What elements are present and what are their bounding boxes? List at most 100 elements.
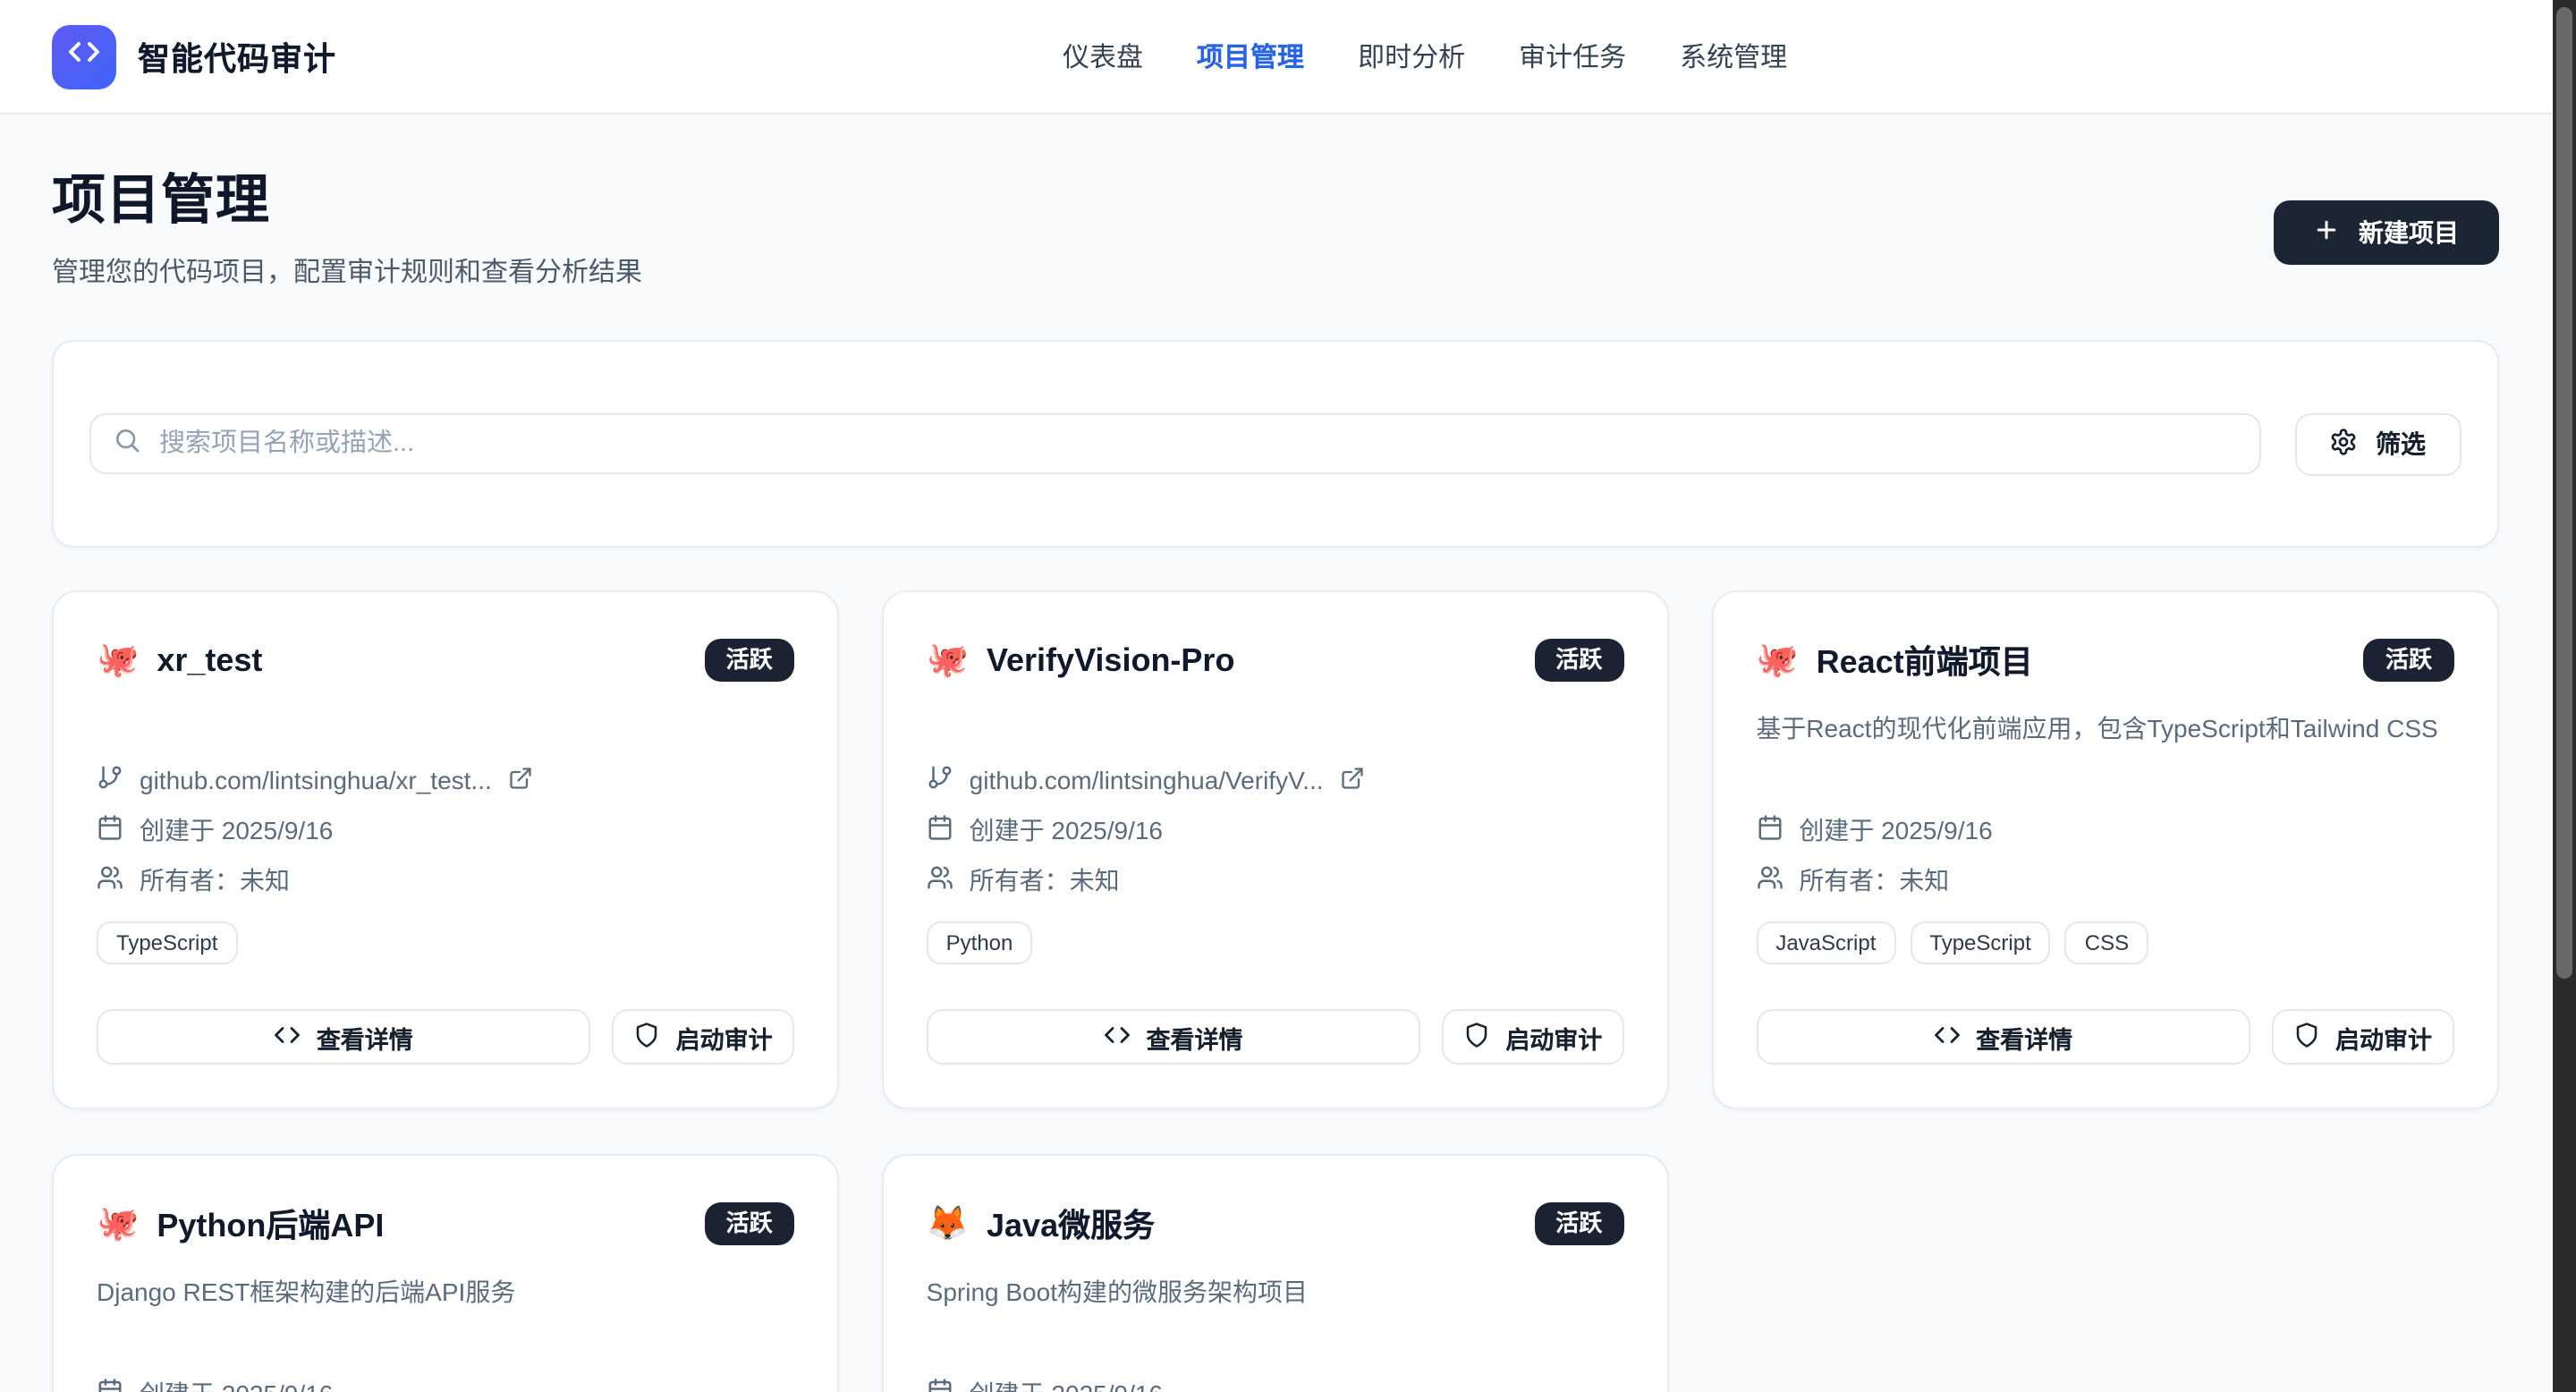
filter-button-label: 筛选: [2376, 426, 2426, 462]
git-branch-icon: [927, 764, 953, 796]
new-project-button-label: 新建项目: [2359, 215, 2459, 250]
project-card: 🐙 xr_test 活跃 github.com/lintsinghua/xr_t…: [52, 590, 839, 1109]
main-content: 项目管理 管理您的代码项目，配置审计规则和查看分析结果 新建项目: [0, 115, 2552, 1392]
view-details-label: 查看详情: [1146, 1019, 1242, 1055]
start-audit-button[interactable]: 启动审计: [2271, 1009, 2453, 1065]
project-name: React前端项目: [1817, 637, 2033, 683]
repo-url: github.com/lintsinghua/VerifyV...: [970, 766, 1324, 794]
project-description: Django REST框架构建的后端API服务: [97, 1274, 794, 1311]
language-tag: TypeScript: [97, 921, 237, 964]
owner-label: 所有者：未知: [970, 862, 1120, 898]
project-emoji-icon: 🦊: [927, 1207, 969, 1241]
start-audit-label: 启动审计: [1505, 1019, 1602, 1055]
gear-icon: [2329, 427, 2358, 461]
external-link-icon: [508, 765, 533, 795]
scrollbar-track[interactable]: [2552, 0, 2576, 1392]
start-audit-button[interactable]: 启动审计: [612, 1009, 794, 1065]
project-name: Java微服务: [987, 1201, 1155, 1247]
code-icon: [68, 36, 100, 77]
nav-item-2[interactable]: 即时分析: [1358, 38, 1465, 75]
app-title: 智能代码审计: [138, 33, 336, 80]
brand: 智能代码审计: [52, 0, 336, 113]
status-badge: 活跃: [705, 1202, 794, 1245]
view-details-button[interactable]: 查看详情: [927, 1009, 1420, 1065]
project-description: 基于React的现代化前端应用，包含TypeScript和Tailwind CS…: [1756, 710, 2453, 748]
page-head: 项目管理 管理您的代码项目，配置审计规则和查看分析结果 新建项目: [52, 115, 2498, 293]
users-icon: [927, 864, 953, 896]
language-tag: JavaScript: [1756, 921, 1895, 964]
git-branch-icon: [97, 764, 123, 796]
status-badge: 活跃: [1534, 639, 1623, 682]
status-badge: 活跃: [2364, 639, 2453, 682]
card-header: 🐙 React前端项目 活跃: [1756, 635, 2453, 685]
project-cards-grid: 🐙 xr_test 活跃 github.com/lintsinghua/xr_t…: [52, 590, 2498, 1392]
view-details-label: 查看详情: [1976, 1019, 2072, 1055]
project-description: Spring Boot构建的微服务架构项目: [927, 1274, 1624, 1311]
repo-link[interactable]: github.com/lintsinghua/VerifyV...: [927, 762, 1624, 798]
project-emoji-icon: 🐙: [927, 643, 969, 677]
nav-item-3[interactable]: 审计任务: [1519, 38, 1626, 75]
calendar-icon: [1756, 814, 1783, 846]
status-badge: 活跃: [1534, 1202, 1623, 1245]
owner-label: 所有者：未知: [140, 862, 290, 898]
calendar-icon: [97, 1378, 123, 1392]
calendar-icon: [927, 1378, 953, 1392]
created-date: 创建于 2025/9/16: [1799, 812, 1992, 848]
owner-label: 所有者：未知: [1799, 862, 1949, 898]
app-logo: [52, 24, 116, 89]
project-card: 🐙 VerifyVision-Pro 活跃 github.com/lintsin…: [882, 590, 1669, 1109]
repo-url: github.com/lintsinghua/xr_test...: [140, 766, 492, 794]
card-title-wrap: 🐙 xr_test: [97, 641, 262, 679]
search-icon: [113, 425, 141, 463]
created-date-row: 创建于 2025/9/16: [927, 812, 1624, 848]
created-date-row: 创建于 2025/9/16: [1756, 812, 2453, 848]
project-card: 🐙 React前端项目 活跃 基于React的现代化前端应用，包含TypeScr…: [1711, 590, 2498, 1109]
page-subtitle: 管理您的代码项目，配置审计规则和查看分析结果: [52, 254, 642, 293]
project-card: 🦊 Java微服务 活跃 Spring Boot构建的微服务架构项目 创建于 2…: [882, 1154, 1669, 1392]
page-title: 项目管理: [52, 172, 642, 233]
card-title-wrap: 🐙 Python后端API: [97, 1201, 384, 1247]
calendar-icon: [97, 814, 123, 846]
owner-row: 所有者：未知: [1756, 862, 2453, 898]
project-name: xr_test: [157, 641, 262, 679]
nav-item-4[interactable]: 系统管理: [1680, 38, 1787, 75]
created-date: 创建于 2025/9/16: [140, 812, 333, 848]
scrollbar-thumb[interactable]: [2555, 6, 2572, 978]
created-date: 创建于 2025/9/16: [970, 1376, 1163, 1392]
card-header: 🦊 Java微服务 活跃: [927, 1199, 1624, 1249]
card-actions: 查看详情 启动审计: [97, 1009, 794, 1065]
created-date: 创建于 2025/9/16: [140, 1376, 333, 1392]
card-title-wrap: 🐙 VerifyVision-Pro: [927, 641, 1235, 679]
card-header: 🐙 xr_test 活跃: [97, 635, 794, 685]
view-details-button[interactable]: 查看详情: [1756, 1009, 2250, 1065]
filter-button[interactable]: 筛选: [2294, 412, 2461, 475]
nav-item-1[interactable]: 项目管理: [1197, 38, 1304, 75]
page-head-text: 项目管理 管理您的代码项目，配置审计规则和查看分析结果: [52, 172, 642, 293]
nav-item-0[interactable]: 仪表盘: [1063, 38, 1143, 75]
language-tag: Python: [927, 921, 1033, 964]
language-tag: TypeScript: [1910, 921, 2050, 964]
card-header: 🐙 VerifyVision-Pro 活跃: [927, 635, 1624, 685]
users-icon: [1756, 864, 1783, 896]
code-icon: [1933, 1021, 1960, 1053]
status-badge: 活跃: [705, 639, 794, 682]
new-project-button[interactable]: 新建项目: [2273, 200, 2498, 265]
repo-link[interactable]: github.com/lintsinghua/xr_test...: [97, 762, 794, 798]
owner-row: 所有者：未知: [927, 862, 1624, 898]
created-date: 创建于 2025/9/16: [970, 812, 1163, 848]
view-details-button[interactable]: 查看详情: [97, 1009, 590, 1065]
search-panel: 筛选: [52, 340, 2498, 547]
created-date-row: 创建于 2025/9/16: [97, 812, 794, 848]
main-nav: 仪表盘 项目管理 即时分析 审计任务 系统管理: [1063, 0, 1787, 113]
owner-row: 所有者：未知: [97, 862, 794, 898]
project-name: Python后端API: [157, 1201, 384, 1247]
project-card: 🐙 Python后端API 活跃 Django REST框架构建的后端API服务…: [52, 1154, 839, 1392]
start-audit-label: 启动审计: [2335, 1019, 2432, 1055]
card-title-wrap: 🦊 Java微服务: [927, 1201, 1155, 1247]
calendar-icon: [927, 814, 953, 846]
start-audit-button[interactable]: 启动审计: [1441, 1009, 1623, 1065]
search-input[interactable]: [159, 429, 2237, 458]
start-audit-label: 启动审计: [676, 1019, 773, 1055]
external-link-icon: [1340, 765, 1365, 795]
tag-list: Python: [927, 921, 1624, 964]
